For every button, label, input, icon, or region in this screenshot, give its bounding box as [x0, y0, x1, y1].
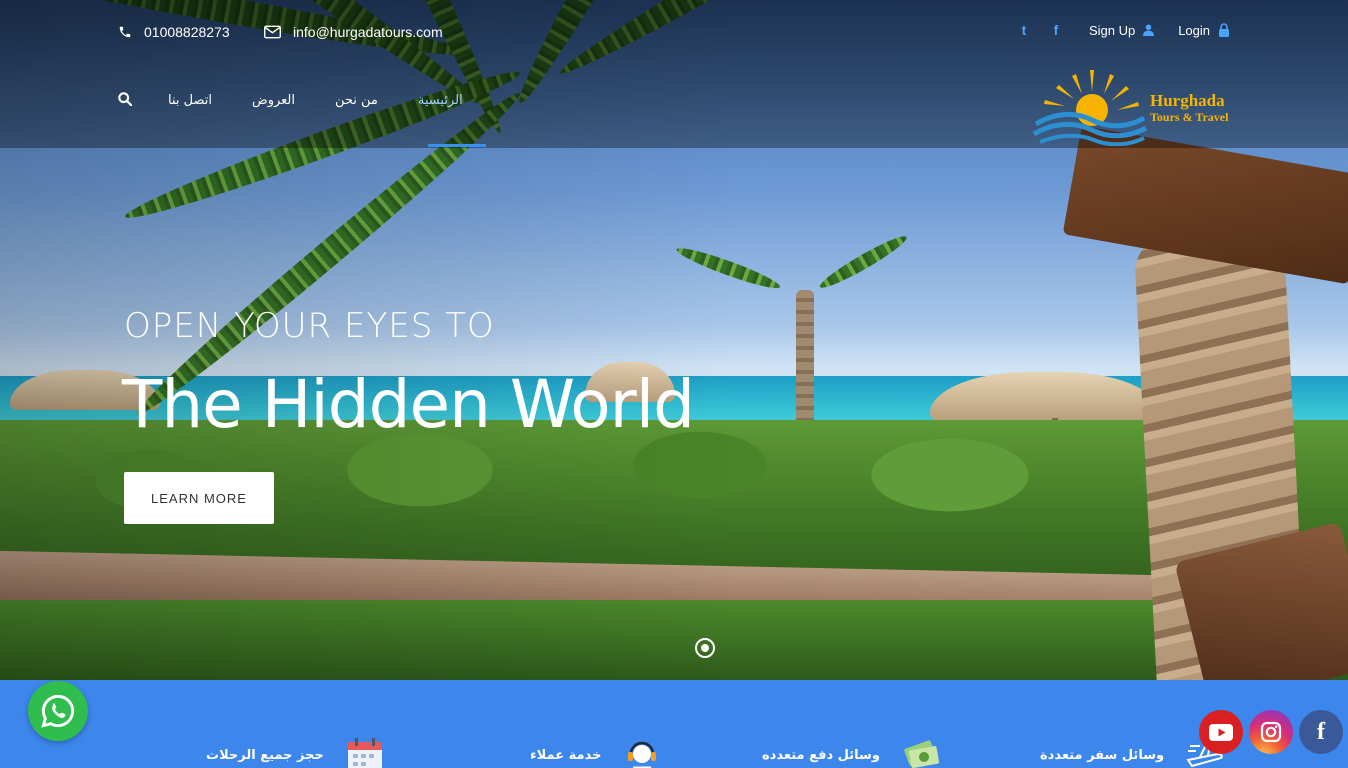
main-navigation: اتصل بنا العروض من نحن الرئيسية — [118, 92, 503, 108]
whatsapp-button[interactable] — [28, 681, 88, 741]
feature-label: وسائل سفر متعددة — [1040, 747, 1165, 763]
email-address: info@hurgadatours.com — [293, 24, 443, 40]
site-logo[interactable]: Hurghada Tours & Travel — [1032, 66, 1232, 148]
hero-headline: The Hidden World — [122, 366, 695, 443]
money-icon — [904, 740, 939, 768]
instagram-button[interactable] — [1249, 710, 1293, 754]
envelope-icon — [264, 25, 281, 39]
header-phone[interactable]: 01008828273 — [118, 24, 230, 40]
whatsapp-icon — [41, 694, 75, 728]
sun-waves-logo-mark — [1032, 70, 1148, 147]
nav-item-home[interactable]: الرئيسية — [418, 93, 463, 108]
lock-icon — [1218, 23, 1230, 37]
instagram-icon — [1260, 721, 1282, 743]
header-email[interactable]: info@hurgadatours.com — [264, 24, 443, 40]
feature-payment: وسائل دفع متعدده — [762, 738, 940, 768]
feature-label: خدمة عملاء — [530, 747, 602, 763]
facebook-button[interactable]: f — [1299, 710, 1343, 754]
learn-more-button[interactable]: LEARN MORE — [124, 472, 274, 524]
youtube-button[interactable] — [1199, 710, 1243, 754]
login-link[interactable]: Login — [1178, 23, 1230, 38]
feature-travel: وسائل سفر متعددة — [1040, 738, 1224, 768]
signup-link[interactable]: Sign Up — [1088, 22, 1155, 38]
nav-active-indicator — [428, 144, 486, 147]
header-account-links: t f Sign Up Login — [1015, 22, 1230, 38]
feature-booking: حجز جميع الرحلات — [206, 738, 384, 768]
phone-number: 01008828273 — [144, 24, 230, 40]
youtube-icon — [1209, 723, 1233, 741]
feature-label: وسائل دفع متعدده — [762, 747, 880, 763]
headset-icon — [628, 741, 657, 768]
nav-item-offers[interactable]: العروض — [252, 93, 295, 108]
login-label: Login — [1178, 22, 1210, 38]
nav-item-about[interactable]: من نحن — [335, 93, 378, 108]
user-icon — [1143, 24, 1155, 36]
search-icon[interactable] — [118, 92, 134, 108]
feature-label: حجز جميع الرحلات — [206, 747, 324, 763]
nav-item-contact[interactable]: اتصل بنا — [168, 93, 212, 108]
twitter-icon[interactable]: t — [1015, 22, 1033, 38]
logo-wordmark: Hurghada Tours & Travel — [1150, 91, 1229, 125]
feature-customer-service: خدمة عملاء — [530, 738, 661, 768]
facebook-icon: f — [1317, 718, 1325, 745]
signup-label: Sign Up — [1088, 22, 1136, 38]
calendar-icon — [347, 738, 382, 768]
slider-dot-active[interactable] — [695, 638, 715, 658]
phone-icon — [118, 25, 132, 39]
facebook-icon[interactable]: f — [1047, 22, 1065, 38]
logo-line-2: Tours & Travel — [1150, 110, 1229, 124]
hero-kicker: OPEN YOUR EYES TO — [124, 306, 495, 346]
logo-line-1: Hurghada — [1150, 91, 1225, 110]
